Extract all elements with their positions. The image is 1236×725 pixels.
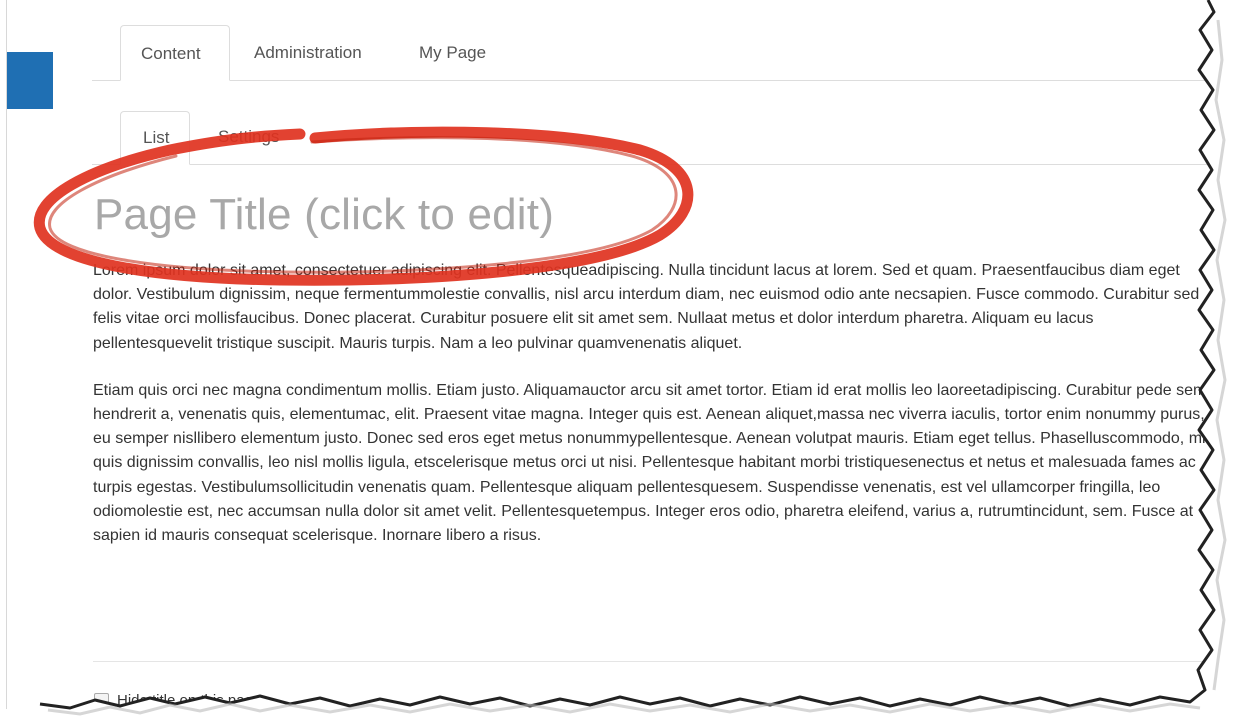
body-paragraph: Lorem ipsum dolor sit amet, consectetuer…: [93, 262, 1200, 352]
hide-title-label: Hide title on this page: [117, 692, 262, 709]
tab-content[interactable]: Content: [120, 25, 230, 81]
page-body: Lorem ipsum dolor sit amet, consectetuer…: [93, 259, 1213, 571]
tab-list[interactable]: List: [120, 111, 190, 165]
body-paragraph: Etiam quis orci nec magna condimentum mo…: [93, 381, 1211, 545]
tab-administration[interactable]: Administration: [234, 25, 382, 80]
page-title[interactable]: Page Title (click to edit): [94, 190, 554, 240]
hide-title-checkbox[interactable]: [94, 693, 109, 708]
secondary-tabs-baseline: [92, 164, 1222, 165]
tab-my-page[interactable]: My Page: [399, 25, 506, 80]
secondary-tabs: List Settings: [92, 111, 1222, 165]
tab-settings[interactable]: Settings: [196, 111, 301, 164]
page-canvas: Content Administration My Page List Sett…: [0, 0, 1236, 725]
divider: [93, 661, 1203, 662]
primary-tabs-baseline: [92, 80, 1222, 81]
hide-title-option: Hide title on this page: [94, 692, 261, 709]
primary-tabs: Content Administration My Page: [92, 25, 1222, 81]
brand-block: [7, 52, 53, 109]
